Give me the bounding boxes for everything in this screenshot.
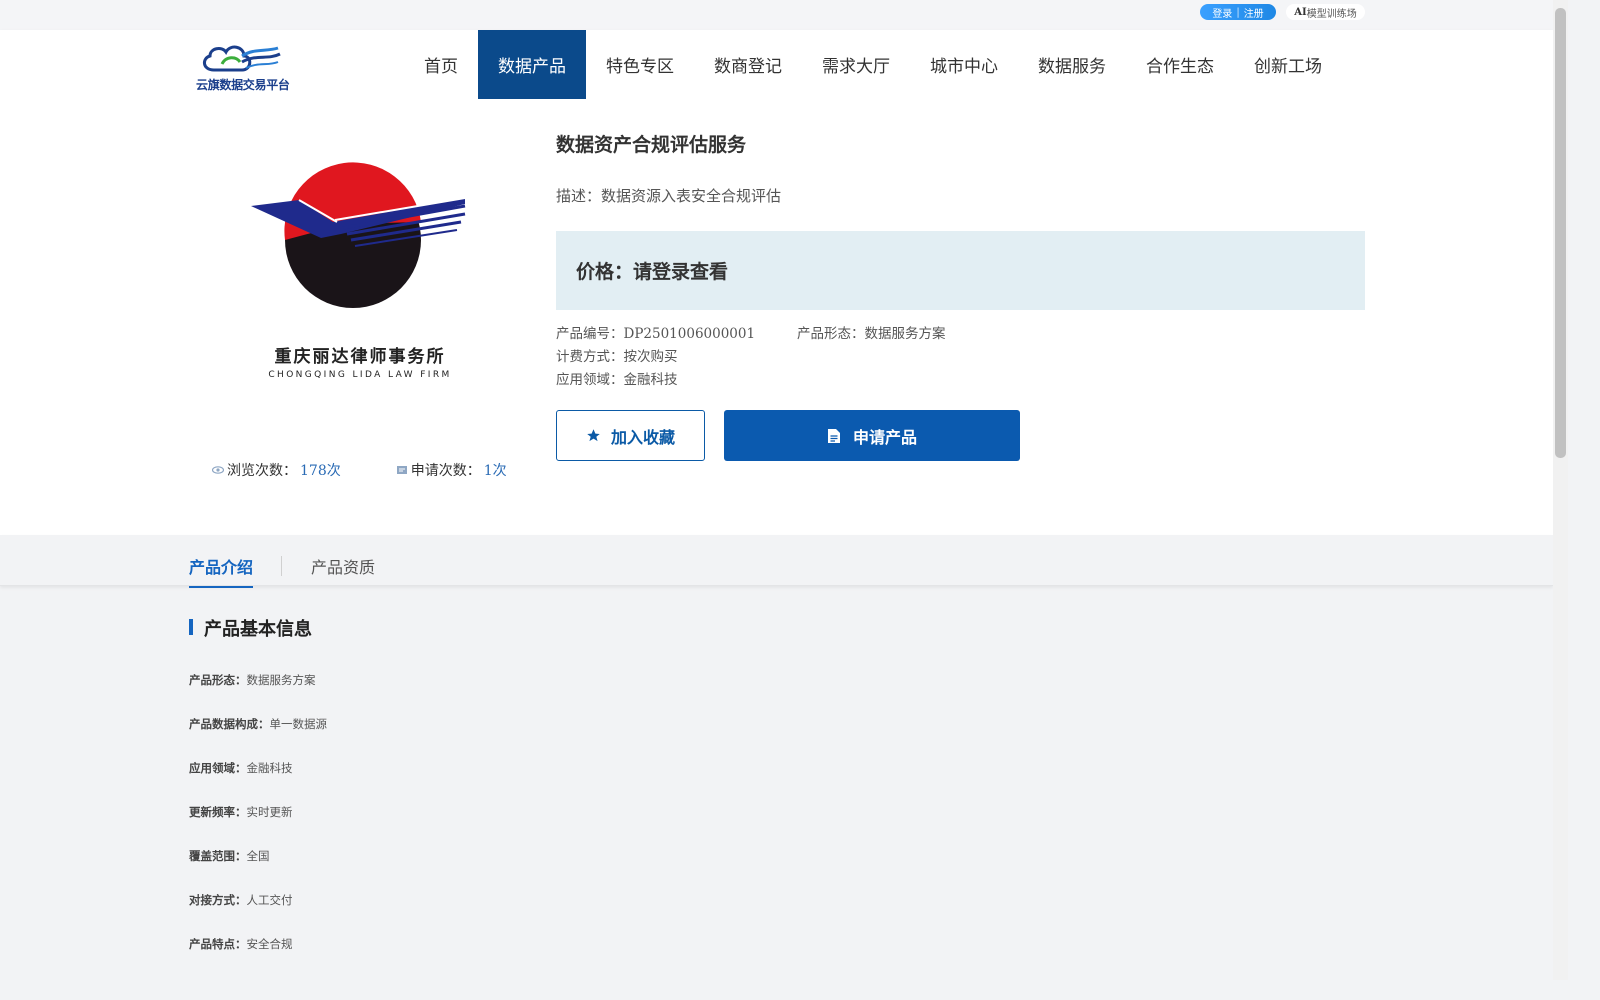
info-row: 对接方式：人工交付: [189, 892, 293, 908]
product-card: 重庆丽达律师事务所 CHONGQING LIDA LAW FIRM 浏览次数： …: [0, 100, 1553, 535]
billing-method-value: 按次购买: [623, 349, 678, 365]
add-favorite-label: 加入收藏: [610, 427, 675, 447]
law-firm-emblem-icon: [251, 162, 466, 308]
firm-name-en: CHONGQING LIDA LAW FIRM: [268, 370, 452, 380]
product-description: 描述：数据资源入表安全合规评估: [556, 187, 782, 205]
info-row: 应用领域：金融科技: [189, 760, 293, 776]
info-row: 覆盖范围：全国: [189, 848, 270, 864]
billing-method: 计费方式：按次购买: [556, 345, 678, 365]
product-form: 产品形态：数据服务方案: [797, 322, 946, 342]
product-form-value: 数据服务方案: [864, 326, 946, 342]
star-icon: [587, 429, 600, 442]
ai-label-rest: 模型训练场: [1306, 8, 1357, 20]
product-tabs: 产品介绍 产品资质: [0, 535, 1553, 588]
ai-training-link[interactable]: AI 模型训练场: [1286, 4, 1365, 20]
billing-method-label: 计费方式：: [556, 349, 624, 365]
info-row: 更新频率：实时更新: [189, 804, 293, 820]
nav-item-5[interactable]: 城市中心: [910, 30, 1018, 99]
application-domain-value: 金融科技: [623, 372, 678, 388]
info-row: 产品形态：数据服务方案: [189, 672, 316, 688]
nav-item-7[interactable]: 合作生态: [1126, 30, 1234, 99]
basic-info-title: 产品基本信息: [204, 619, 312, 640]
register-link[interactable]: 注册: [1244, 5, 1264, 20]
main-header: 云旗数据交易平台 首页 数据产品 特色专区 数商登记 需求大厅 城市中心 数据服务 合作生态创…: [0, 30, 1553, 100]
info-row-label: 对接方式：: [189, 893, 247, 907]
info-row-value: 实时更新: [246, 805, 293, 819]
form-icon: [396, 466, 407, 474]
views-stat: 浏览次数： 178次: [212, 460, 341, 480]
scrollbar-thumb[interactable]: [1555, 8, 1566, 458]
apply-product-label: 申请产品: [852, 427, 917, 447]
nav-item-6[interactable]: 数据服务: [1018, 30, 1126, 99]
tab-divider: [281, 556, 282, 576]
nav-item-1[interactable]: 数据产品: [478, 30, 586, 99]
product-code-value: DP2501006000001: [623, 326, 756, 342]
info-row: 产品特点：安全合规: [189, 936, 293, 952]
applies-stat: 申请次数： 1次: [396, 460, 507, 480]
main-nav: 首页 数据产品 特色专区 数商登记 需求大厅 城市中心 数据服务 合作生态 创新工场: [404, 30, 1342, 99]
ai-label-bold: AI: [1294, 6, 1307, 18]
auth-pill: 登录 | 注册: [1200, 4, 1276, 20]
product-code: 产品编号：DP2501006000001: [556, 322, 755, 342]
product-form-label: 产品形态：: [797, 326, 865, 342]
tab-product-qualification[interactable]: 产品资质: [311, 554, 375, 586]
price-box: 价格：请登录查看: [556, 231, 1365, 310]
info-row-value: 金融科技: [246, 761, 293, 775]
auth-separator: |: [1236, 6, 1240, 18]
nav-item-2[interactable]: 特色专区: [586, 30, 694, 99]
application-domain: 应用领域：金融科技: [556, 368, 678, 388]
info-row-label: 产品形态：: [189, 673, 247, 687]
top-utility-bar: 登录 | 注册 AI 模型训练场: [0, 0, 1553, 30]
applies-value: 1次: [483, 463, 507, 479]
cloud-logo-icon: [203, 45, 281, 72]
applies-label: 申请次数：: [410, 463, 481, 479]
product-stats: 浏览次数： 178次 申请次数： 1次: [212, 460, 507, 480]
firm-logo: 重庆丽达律师事务所 CHONGQING LIDA LAW FIRM: [225, 162, 495, 382]
nav-item-8[interactable]: 创新工场: [1234, 30, 1342, 99]
info-row-label: 更新频率：: [189, 805, 247, 819]
add-favorite-button[interactable]: 加入收藏: [556, 410, 705, 461]
info-row-value: 数据服务方案: [246, 673, 316, 687]
login-link[interactable]: 登录: [1212, 5, 1232, 20]
info-row: 产品数据构成：单一数据源: [189, 716, 327, 732]
info-row-value: 单一数据源: [269, 717, 328, 731]
eye-icon: [212, 466, 224, 474]
price-text: 价格：请登录查看: [576, 261, 729, 283]
nav-item-3[interactable]: 数商登记: [694, 30, 802, 99]
info-row-value: 人工交付: [246, 893, 293, 907]
product-title: 数据资产合规评估服务: [556, 134, 747, 156]
nav-item-4[interactable]: 需求大厅: [802, 30, 910, 99]
info-row-label: 产品数据构成：: [189, 717, 270, 731]
site-logo[interactable]: 云旗数据交易平台: [196, 40, 291, 92]
info-row-label: 产品特点：: [189, 937, 247, 951]
document-icon: [827, 428, 840, 443]
application-domain-label: 应用领域：: [556, 372, 624, 388]
info-row-label: 应用领域：: [189, 761, 247, 775]
tab-product-intro[interactable]: 产品介绍: [189, 554, 254, 588]
nav-item-0[interactable]: 首页: [404, 30, 478, 99]
info-row-value: 全国: [246, 849, 270, 863]
apply-product-button[interactable]: 申请产品: [724, 410, 1020, 461]
info-row-value: 安全合规: [246, 937, 293, 951]
firm-name-cn: 重庆丽达律师事务所: [274, 347, 446, 367]
info-row-label: 覆盖范围：: [189, 849, 247, 863]
product-code-label: 产品编号：: [556, 326, 624, 342]
views-value: 178次: [300, 463, 341, 479]
views-label: 浏览次数：: [227, 463, 297, 479]
logo-text: 云旗数据交易平台: [196, 78, 290, 92]
